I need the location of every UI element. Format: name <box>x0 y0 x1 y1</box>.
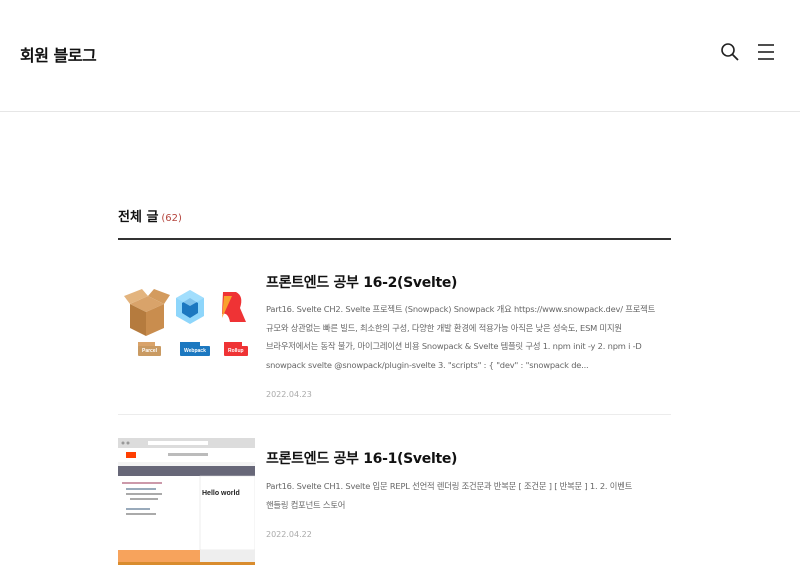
section-title: 전체 글 <box>118 210 159 225</box>
thumb-label: Parcel <box>138 346 162 356</box>
thumb-label: Webpack <box>180 346 210 356</box>
bundler-logos-image <box>124 289 246 351</box>
hello-world-text: Hello world <box>202 490 240 497</box>
post-text: 프론트엔드 공부 16-1(Svelte) Part16. Svelte CH1… <box>266 438 656 539</box>
post-date: 2022.04.23 <box>266 390 312 399</box>
post-item[interactable]: Hello world 프론트엔드 공부 16-1(Svelte) Part16… <box>118 438 671 574</box>
site-header: 회원 블로그 <box>0 0 800 112</box>
post-thumbnail[interactable]: Parcel Webpack Rollup <box>118 262 255 389</box>
post-item[interactable]: Parcel Webpack Rollup 프론트엔드 공부 16-2(Svel… <box>118 262 671 415</box>
header-icons <box>720 42 776 62</box>
post-date: 2022.04.22 <box>266 530 312 539</box>
post-excerpt: Part16. Svelte CH1. Svelte 입문 REPL 선언적 렌… <box>266 481 633 510</box>
post-excerpt: Part16. Svelte CH2. Svelte 프로젝트 (Snowpac… <box>266 304 656 370</box>
post-title[interactable]: 프론트엔드 공부 16-2(Svelte) <box>266 272 656 292</box>
search-icon[interactable] <box>720 42 740 62</box>
post-title[interactable]: 프론트엔드 공부 16-1(Svelte) <box>266 448 656 468</box>
thumb-label: Rollup <box>224 346 248 356</box>
blog-title[interactable]: 회원 블로그 <box>20 42 97 66</box>
post-thumbnail[interactable]: Hello world <box>118 438 255 565</box>
repl-screenshot-image <box>118 438 255 565</box>
post-text: 프론트엔드 공부 16-2(Svelte) Part16. Svelte CH2… <box>266 262 656 399</box>
menu-icon[interactable] <box>756 42 776 62</box>
section-header: 전체 글 (62) <box>118 206 671 240</box>
post-count: (62) <box>161 213 182 224</box>
